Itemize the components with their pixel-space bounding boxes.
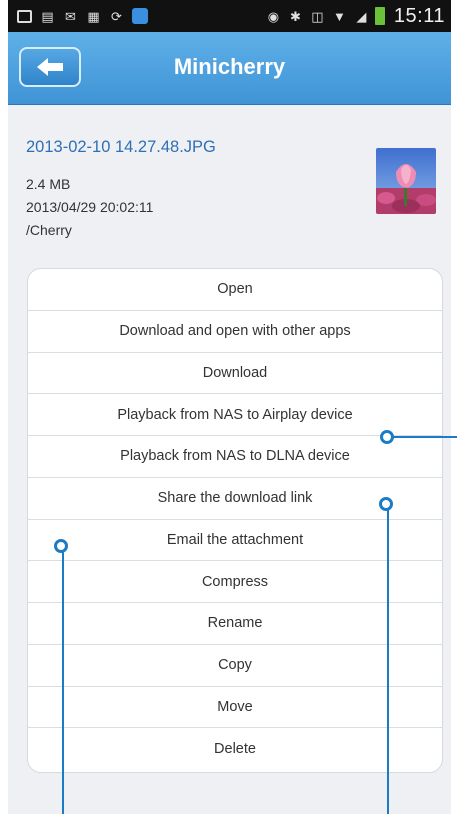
file-name: 2013-02-10 14.27.48.JPG (26, 138, 216, 156)
wifi-icon: ▼ (332, 8, 346, 24)
menu-item-download-open-other-apps[interactable]: Download and open with other apps (28, 311, 442, 353)
menu-item-download[interactable]: Download (28, 353, 442, 395)
menu-item-rename[interactable]: Rename (28, 603, 442, 645)
file-path: /Cherry (26, 222, 72, 238)
file-size: 2.4 MB (26, 176, 71, 192)
sync-icon: ⟳ (111, 8, 122, 24)
app-title: Minicherry (173, 54, 286, 79)
file-thumbnail[interactable] (376, 148, 436, 214)
menu-item-move[interactable]: Move (28, 687, 442, 729)
calendar-icon: ▦ (87, 8, 100, 24)
callout-line-airplay (389, 436, 457, 438)
status-time: 15:11 (393, 4, 445, 27)
bluetooth-icon: ✱ (289, 8, 301, 24)
menu-item-compress[interactable]: Compress (28, 561, 442, 603)
menu-item-email-attachment[interactable]: Email the attachment (28, 520, 442, 562)
file-modified-date: 2013/04/29 20:02:11 (26, 199, 154, 215)
callout-dot-share (379, 497, 393, 511)
phone-screen: ▤ ✉ ▦ ⟳ ◉ ✱ ◫ ▼ ◢ 15:11 Minicherry 2013-… (8, 0, 451, 814)
app-bar: Minicherry (8, 32, 451, 105)
mail-icon (16, 8, 33, 25)
callout-dot-airplay (380, 430, 394, 444)
menu-item-copy[interactable]: Copy (28, 645, 442, 687)
nfc-icon: ◫ (311, 8, 324, 24)
vibrate-icon: ◉ (267, 8, 280, 24)
menu-item-playback-dlna[interactable]: Playback from NAS to DLNA device (28, 436, 442, 478)
callout-line-share (387, 503, 389, 814)
file-action-menu: Open Download and open with other apps D… (27, 268, 443, 773)
status-bar: ▤ ✉ ▦ ⟳ ◉ ✱ ◫ ▼ ◢ 15:11 (8, 0, 451, 32)
callout-line-email (62, 545, 64, 814)
document-icon: ▤ (41, 8, 54, 24)
app-icon (131, 8, 148, 25)
envelope-icon: ✉ (65, 8, 76, 24)
menu-item-delete[interactable]: Delete (28, 728, 442, 770)
signal-icon: ◢ (356, 8, 367, 24)
menu-item-open[interactable]: Open (28, 269, 442, 311)
callout-dot-email (54, 539, 68, 553)
battery-icon (374, 7, 385, 25)
menu-item-playback-airplay[interactable]: Playback from NAS to Airplay device (28, 394, 442, 436)
